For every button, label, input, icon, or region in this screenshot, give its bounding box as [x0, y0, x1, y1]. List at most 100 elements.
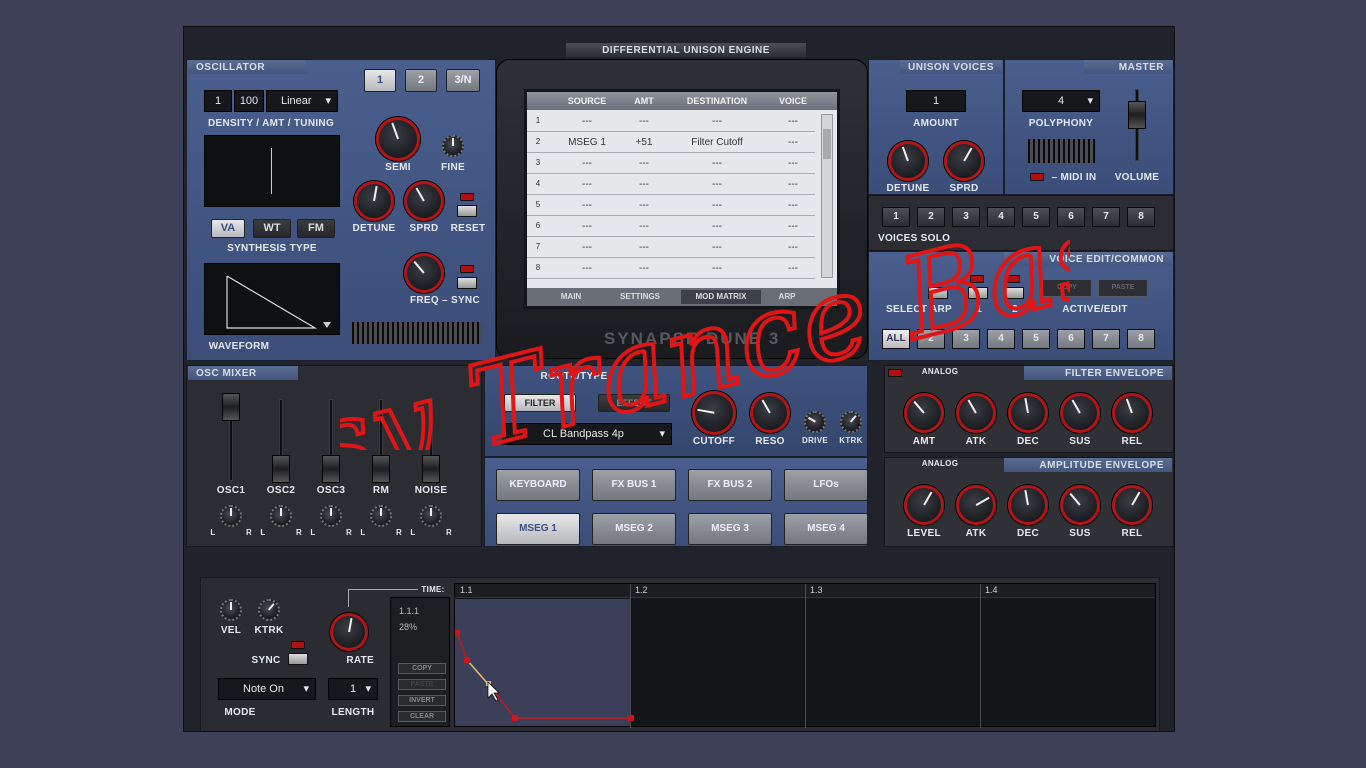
voice-edit-7[interactable]: 7: [1092, 329, 1120, 349]
row-amt[interactable]: ---: [629, 158, 659, 169]
row-voice[interactable]: ---: [773, 116, 813, 127]
unison-amount-field[interactable]: 1: [906, 90, 966, 112]
voice-copy-button[interactable]: COPY: [1042, 279, 1092, 297]
mseg-copy-button[interactable]: COPY: [398, 663, 446, 674]
voice-edit-8[interactable]: 8: [1127, 329, 1155, 349]
row-amt[interactable]: ---: [629, 221, 659, 232]
voice-solo-8[interactable]: 8: [1127, 207, 1155, 227]
mixer-fader-osc1[interactable]: [222, 393, 240, 421]
osc-detune-knob[interactable]: [354, 181, 394, 221]
vel-knob[interactable]: [220, 599, 242, 621]
freq-knob[interactable]: [404, 253, 444, 293]
matrix-row[interactable]: 1 --- --- --- ---: [527, 111, 815, 132]
mixer-fader-noise[interactable]: [422, 455, 440, 483]
mode-select[interactable]: Note On ▾: [218, 678, 316, 700]
voice-solo-4[interactable]: 4: [987, 207, 1015, 227]
unison-sprd-knob[interactable]: [944, 141, 984, 181]
row-destination[interactable]: ---: [667, 242, 767, 253]
mixer-fader-osc2[interactable]: [272, 455, 290, 483]
row-amt[interactable]: ---: [629, 179, 659, 190]
voice-edit-3[interactable]: 3: [952, 329, 980, 349]
row-source[interactable]: ---: [557, 116, 617, 127]
amp-env-sus-knob[interactable]: [1060, 485, 1100, 525]
row-amt[interactable]: ---: [629, 116, 659, 127]
mod-button-lfos[interactable]: LFOs: [784, 469, 868, 501]
fine-knob[interactable]: [442, 135, 464, 157]
row-source[interactable]: MSEG 1: [557, 137, 617, 148]
matrix-row[interactable]: 8 --- --- --- ---: [527, 258, 815, 279]
row-amt[interactable]: ---: [629, 263, 659, 274]
row-destination[interactable]: ---: [667, 263, 767, 274]
row-destination[interactable]: ---: [667, 221, 767, 232]
matrix-row[interactable]: 7 --- --- --- ---: [527, 237, 815, 258]
tuning-select[interactable]: Linear ▾: [266, 90, 338, 112]
mod-button-mseg-2[interactable]: MSEG 2: [592, 513, 676, 545]
mseg-sync-toggle[interactable]: [288, 653, 308, 665]
matrix-row[interactable]: 3 --- --- --- ---: [527, 153, 815, 174]
pan-knob-noise[interactable]: [420, 505, 442, 527]
row-destination[interactable]: Filter Cutoff: [667, 137, 767, 148]
effect-button[interactable]: EFFECT: [598, 394, 670, 412]
voice-solo-2[interactable]: 2: [917, 207, 945, 227]
row-voice[interactable]: ---: [773, 263, 813, 274]
synth-type-fm[interactable]: FM: [297, 219, 335, 238]
mseg-ktrk-knob[interactable]: [258, 599, 280, 621]
mseg-paste-button[interactable]: PASTE: [398, 679, 446, 690]
amp-env-level-knob[interactable]: [904, 485, 944, 525]
mod-button-fx-bus-2[interactable]: FX BUS 2: [688, 469, 772, 501]
filter-env-rel-knob[interactable]: [1112, 393, 1152, 433]
amp-env-dec-knob[interactable]: [1008, 485, 1048, 525]
matrix-row[interactable]: 5 --- --- --- ---: [527, 195, 815, 216]
length-select[interactable]: 1 ▾: [328, 678, 378, 700]
osc-tab-3n[interactable]: 3/N: [446, 69, 480, 92]
amp-env-rel-knob[interactable]: [1112, 485, 1152, 525]
row-source[interactable]: ---: [557, 242, 617, 253]
row-destination[interactable]: ---: [667, 179, 767, 190]
filter-env-atk-knob[interactable]: [956, 393, 996, 433]
voice-edit-ALL[interactable]: ALL: [882, 329, 910, 349]
filter-button[interactable]: FILTER: [504, 394, 576, 412]
density-field[interactable]: 1: [204, 90, 232, 112]
filter-type-select[interactable]: CL Bandpass 4p ▾: [502, 423, 672, 445]
row-source[interactable]: ---: [557, 179, 617, 190]
filter-env-dec-knob[interactable]: [1008, 393, 1048, 433]
row-amt[interactable]: ---: [629, 242, 659, 253]
tab-main[interactable]: MAIN: [551, 290, 591, 304]
row-voice[interactable]: ---: [773, 179, 813, 190]
voice-solo-3[interactable]: 3: [952, 207, 980, 227]
voice-paste-button[interactable]: PASTE: [1098, 279, 1148, 297]
osc-tab-2[interactable]: 2: [405, 69, 437, 92]
drive-knob[interactable]: [804, 411, 826, 433]
mseg-clear-button[interactable]: CLEAR: [398, 711, 446, 722]
rate-knob[interactable]: [330, 613, 368, 651]
tab-settings[interactable]: SETTINGS: [605, 290, 675, 304]
row-destination[interactable]: ---: [667, 200, 767, 211]
reset-toggle[interactable]: [457, 205, 477, 217]
row-destination[interactable]: ---: [667, 158, 767, 169]
pan-knob-osc2[interactable]: [270, 505, 292, 527]
pan-knob-osc3[interactable]: [320, 505, 342, 527]
osc-sprd-knob[interactable]: [404, 181, 444, 221]
row-source[interactable]: ---: [557, 263, 617, 274]
row-voice[interactable]: ---: [773, 200, 813, 211]
row-destination[interactable]: ---: [667, 116, 767, 127]
row-voice[interactable]: ---: [773, 242, 813, 253]
row-voice[interactable]: ---: [773, 158, 813, 169]
amp-env-atk-knob[interactable]: [956, 485, 996, 525]
amount-field[interactable]: 100: [234, 90, 264, 112]
voice1-toggle[interactable]: [968, 287, 988, 299]
row-voice[interactable]: ---: [773, 221, 813, 232]
matrix-row[interactable]: 2 MSEG 1 +51 Filter Cutoff ---: [527, 132, 815, 153]
row-source[interactable]: ---: [557, 200, 617, 211]
osc-tab-1[interactable]: 1: [364, 69, 396, 92]
pan-knob-osc1[interactable]: [220, 505, 242, 527]
voice-solo-5[interactable]: 5: [1022, 207, 1050, 227]
cutoff-knob[interactable]: [692, 391, 736, 435]
matrix-row[interactable]: 4 --- --- --- ---: [527, 174, 815, 195]
voice-edit-4[interactable]: 4: [987, 329, 1015, 349]
voice-edit-6[interactable]: 6: [1057, 329, 1085, 349]
polyphony-select[interactable]: 4 ▾: [1022, 90, 1100, 112]
semi-knob[interactable]: [376, 117, 420, 161]
filter-env-amt-knob[interactable]: [904, 393, 944, 433]
sync-toggle[interactable]: [457, 277, 477, 289]
